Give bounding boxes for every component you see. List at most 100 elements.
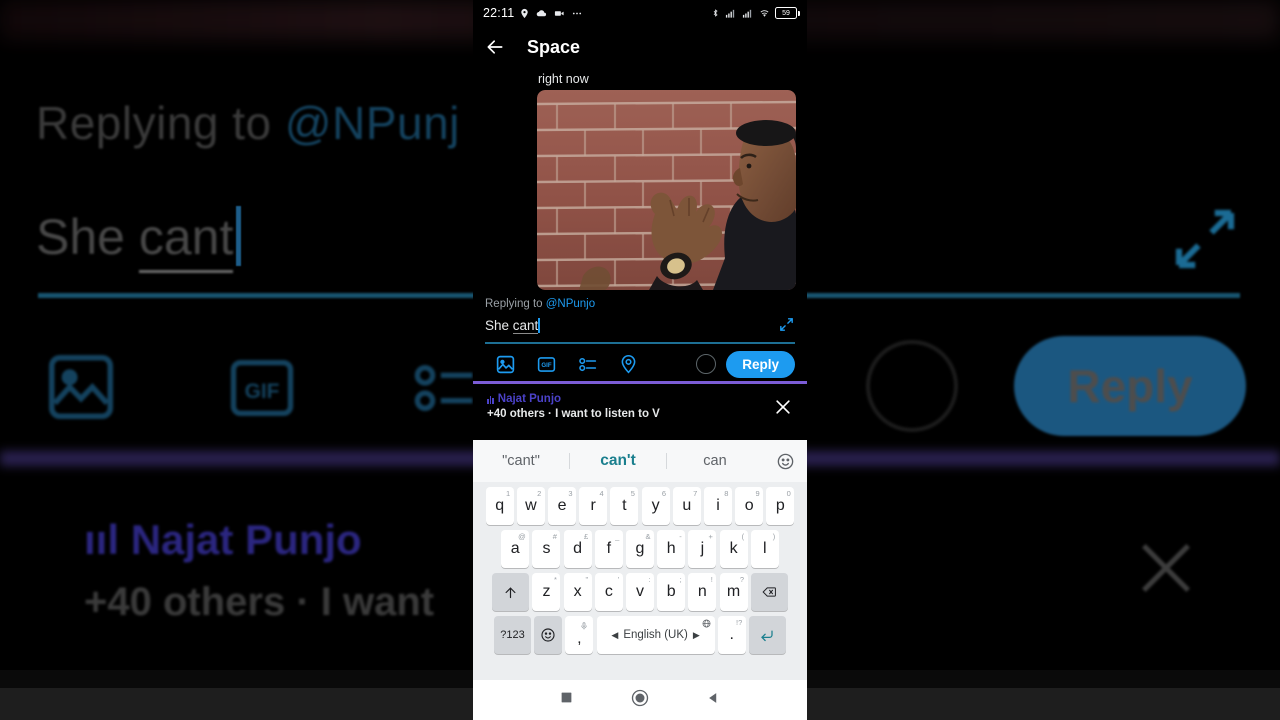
background-space-name-text: Najat Punjo <box>130 516 362 563</box>
text-caret <box>538 318 540 333</box>
key-label: t <box>622 497 627 514</box>
character-counter <box>696 354 717 375</box>
key-l[interactable]: ) l <box>750 530 779 568</box>
key-sup: 2 <box>537 489 542 498</box>
key-sup: ( <box>741 532 745 541</box>
key-x[interactable]: " x <box>563 573 592 611</box>
backspace-icon[interactable] <box>750 573 788 611</box>
tweet-text-fragment: right now <box>538 72 589 86</box>
poll-icon[interactable] <box>567 354 608 375</box>
suggestion-2[interactable]: can <box>667 453 763 469</box>
location-pin-icon[interactable] <box>608 354 649 375</box>
gif-media[interactable] <box>537 90 796 290</box>
keyboard-row-2: @ a # s £ d _ f & g -h + j (k ) l <box>473 530 807 568</box>
key-sup: * <box>554 575 557 584</box>
key-sup: ; <box>679 575 682 584</box>
key-sup: - <box>679 532 682 541</box>
key-o[interactable]: 9o <box>735 487 764 525</box>
key-f[interactable]: _ f <box>594 530 623 568</box>
key-sup: 8 <box>724 489 729 498</box>
background-gif-icon: GIF <box>224 350 300 431</box>
status-bar: 22:11 59 <box>473 0 807 26</box>
close-icon[interactable] <box>773 397 793 417</box>
android-nav-bar <box>473 680 807 720</box>
compose-text-plain: She <box>485 318 513 333</box>
keyboard-row-1: 1q 2w 3e 4r 5t 6y 7u 8i 9o 0p <box>473 487 807 525</box>
key-e[interactable]: 3e <box>548 487 577 525</box>
key-sup: : <box>648 575 651 584</box>
key-label: p <box>775 497 785 514</box>
key-sup: 1 <box>505 489 511 498</box>
square-recents-icon[interactable] <box>560 691 573 709</box>
key-j[interactable]: + j <box>688 530 717 568</box>
key-t[interactable]: 5t <box>610 487 639 525</box>
circle-home-icon[interactable] <box>631 689 649 712</box>
image-icon[interactable] <box>485 354 526 375</box>
expand-arrows-icon[interactable] <box>778 316 795 333</box>
shift-arrow-icon[interactable] <box>492 573 530 611</box>
key-label: r <box>590 497 596 514</box>
key-g[interactable]: & g <box>626 530 654 568</box>
key-w[interactable]: 2w <box>516 487 545 525</box>
key-sup: 6 <box>661 489 667 498</box>
key-sup: 5 <box>630 489 635 498</box>
key-k[interactable]: (k <box>719 530 748 568</box>
key-label: n <box>697 583 707 600</box>
location-icon <box>521 8 529 18</box>
key-p[interactable]: 0p <box>766 487 795 525</box>
emoji-key-icon[interactable] <box>534 616 563 654</box>
key-d[interactable]: £ d <box>563 530 592 568</box>
back-arrow-icon[interactable] <box>485 37 505 57</box>
svg-text:GIF: GIF <box>541 362 551 369</box>
key-q[interactable]: 1q <box>485 487 514 525</box>
phone-screen: 22:11 59 Space right now Replying to @NP… <box>473 0 807 720</box>
background-compose-text-misspelled: cant <box>138 209 234 273</box>
suggestion-1[interactable]: can't <box>570 452 666 470</box>
key-h[interactable]: -h <box>657 530 686 568</box>
compose-text-misspelled: cant <box>512 318 539 334</box>
key-label: j <box>700 540 705 557</box>
key-label: v <box>636 583 644 600</box>
space-host-name-text: Najat Punjo <box>497 392 562 405</box>
key-label: . <box>729 626 734 643</box>
key-v[interactable]: :v <box>626 573 654 611</box>
enter-arrow-icon[interactable] <box>748 616 786 654</box>
key-u[interactable]: 7u <box>672 487 701 525</box>
emoji-smiley-icon[interactable] <box>763 452 807 471</box>
key-z[interactable]: * z <box>532 573 561 611</box>
reply-button[interactable]: Reply <box>726 350 795 378</box>
key-sup: 4 <box>599 489 604 498</box>
background-replying-to-handle: @NPunj <box>284 97 460 149</box>
key-comma[interactable]: , <box>565 616 594 654</box>
key-y[interactable]: 6y <box>641 487 670 525</box>
key-label: s <box>542 540 551 557</box>
key-label: z <box>542 583 551 600</box>
key-b[interactable]: ; b <box>657 573 686 611</box>
key-sup: ? <box>739 575 745 584</box>
space-key[interactable]: ◀ English (UK) ▶ <box>596 616 715 654</box>
compose-toolbar: GIF Reply <box>473 344 807 384</box>
space-banner[interactable]: Najat Punjo +40 others · I want to liste… <box>473 384 807 433</box>
key-c[interactable]: ' c <box>594 573 623 611</box>
key-label: w <box>525 497 537 514</box>
space-subtitle: +40 others · I want to listen to V <box>487 408 660 421</box>
key-label: h <box>666 540 676 557</box>
symbols-key[interactable]: ?123 <box>494 616 532 654</box>
key-m[interactable]: ? m <box>719 573 748 611</box>
signal-1-icon <box>725 9 735 18</box>
replying-to-handle[interactable]: @NPunjo <box>546 298 595 310</box>
key-sup: !? <box>736 618 743 627</box>
key-period[interactable]: !?. <box>717 616 746 654</box>
triangle-back-icon[interactable] <box>707 691 720 710</box>
gif-icon[interactable]: GIF <box>526 354 567 375</box>
key-sup: ! <box>710 575 713 584</box>
suggestion-0[interactable]: "cant" <box>473 453 569 469</box>
key-n[interactable]: ! n <box>688 573 717 611</box>
key-r[interactable]: 4r <box>579 487 608 525</box>
background-compose-text-plain: She <box>36 209 139 265</box>
key-a[interactable]: @ a <box>501 530 530 568</box>
key-s[interactable]: # s <box>532 530 561 568</box>
compose-input[interactable]: She cant <box>485 318 540 334</box>
key-i[interactable]: 8i <box>703 487 732 525</box>
on-screen-keyboard: "cant" can't can 1q 2w 3e 4r 5t 6y 7 u 8… <box>473 440 807 680</box>
